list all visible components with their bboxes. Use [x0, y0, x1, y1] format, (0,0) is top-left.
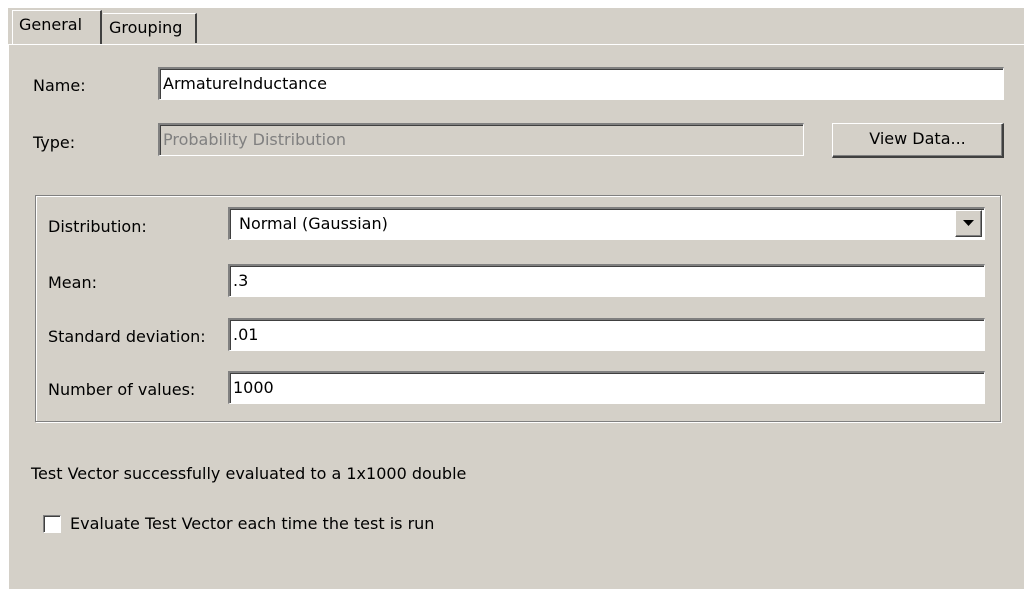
mean-input[interactable]: .3 — [228, 264, 985, 297]
tab-general-label: General — [19, 15, 83, 34]
std-label: Standard deviation: — [48, 327, 206, 346]
name-input[interactable]: ArmatureInductance — [158, 67, 1004, 100]
tab-general[interactable]: General — [12, 10, 102, 44]
view-data-button-label: View Data... — [869, 129, 966, 148]
type-label: Type: — [33, 133, 76, 152]
name-label: Name: — [33, 76, 86, 95]
tab-grouping[interactable]: Grouping — [103, 13, 197, 43]
mean-label: Mean: — [48, 273, 97, 292]
distribution-select[interactable]: Normal (Gaussian) — [228, 207, 985, 240]
dropdown-button[interactable] — [955, 210, 982, 237]
evaluate-checkbox[interactable] — [43, 515, 61, 533]
tab-grouping-label: Grouping — [109, 18, 183, 37]
status-text: Test Vector successfully evaluated to a … — [31, 464, 467, 483]
type-field: Probability Distribution — [158, 123, 804, 156]
view-data-button[interactable]: View Data... — [832, 123, 1004, 158]
chevron-down-icon — [963, 220, 974, 226]
test-vector-properties: General Grouping Name: ArmatureInductanc… — [0, 0, 1024, 589]
std-input[interactable]: .01 — [228, 318, 985, 351]
count-label: Number of values: — [48, 380, 196, 399]
evaluate-checkbox-label[interactable]: Evaluate Test Vector each time the test … — [70, 514, 434, 534]
distribution-value: Normal (Gaussian) — [239, 214, 388, 233]
distribution-label: Distribution: — [48, 217, 147, 236]
count-input[interactable]: 1000 — [228, 371, 985, 404]
general-panel: Name: ArmatureInductance Type: Probabili… — [8, 44, 1024, 589]
